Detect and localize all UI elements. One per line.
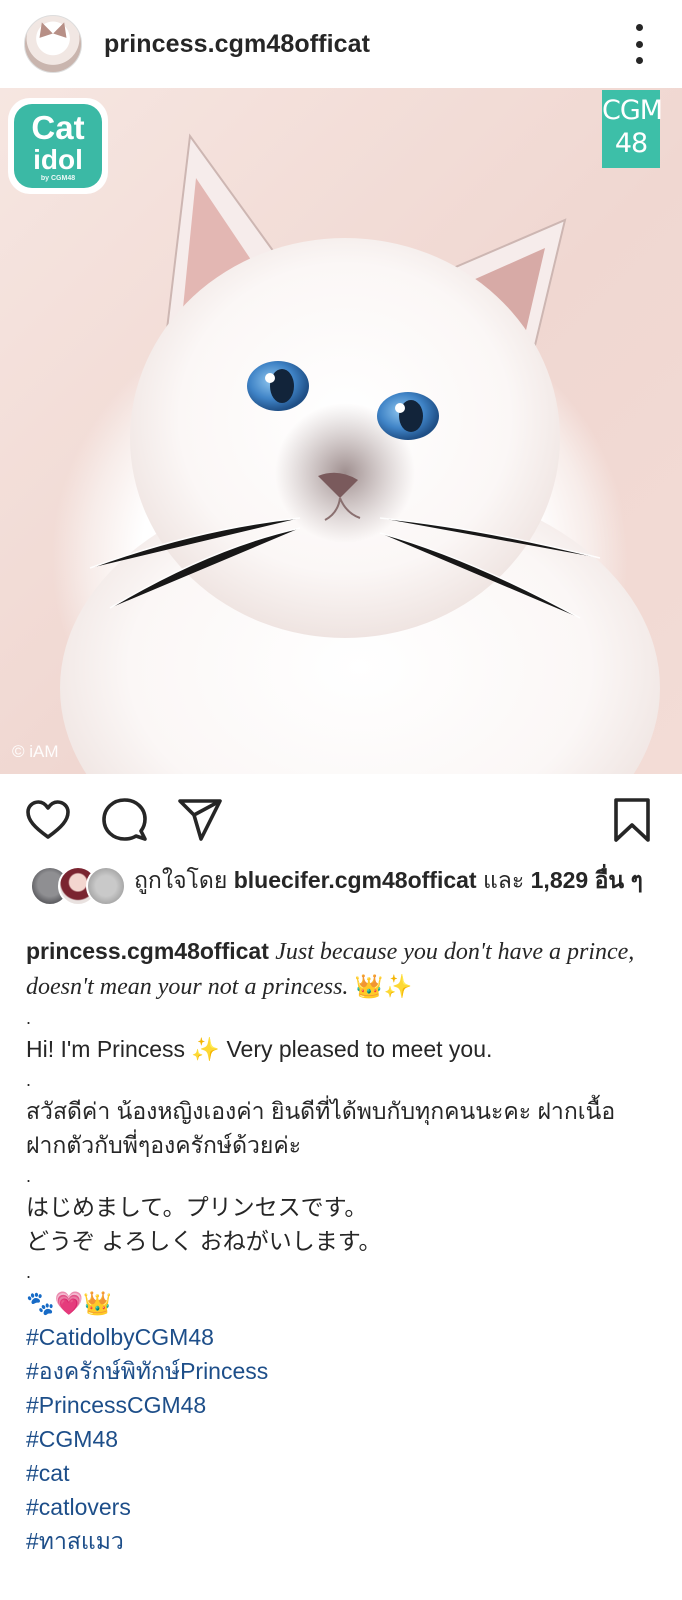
post-photo[interactable]: Cat idol by CGM48 CGM 48 © iAM — [0, 88, 682, 774]
logo-text-by: by CGM48 — [40, 175, 76, 182]
cgm48-logo: CGM 48 — [602, 90, 663, 168]
hashtag-link[interactable]: #PrincessCGM48 — [26, 1388, 656, 1422]
caption-thai: สวัสดีค่า น้องหญิงเองค่า ยินดีที่ได้พบกั… — [26, 1098, 616, 1158]
post-header: princess.cgm48officat — [0, 0, 682, 88]
caption-separator: . — [26, 1008, 32, 1028]
liked-by-suffix[interactable]: อื่น ๆ — [595, 867, 643, 893]
cat-illustration — [60, 133, 660, 774]
share-send-icon[interactable] — [176, 796, 224, 844]
caption-separator: . — [26, 1070, 32, 1090]
post-caption: princess.cgm48officat Just because you d… — [0, 934, 682, 1558]
profile-avatar[interactable] — [24, 15, 82, 73]
caption-english-part1: Hi! I'm Princess — [26, 1036, 186, 1062]
cgm48-logo-line2: 48 — [614, 128, 648, 159]
avatar-ear-right — [53, 20, 71, 38]
avatar-ear-left — [35, 20, 53, 38]
logo-text-cat: Cat — [31, 109, 85, 146]
like-heart-icon[interactable] — [24, 796, 72, 844]
caption-japanese-line1: はじめまして。プリンセスです。 — [26, 1194, 368, 1220]
hashtag-link[interactable]: #CGM48 — [26, 1422, 656, 1456]
liked-by-count[interactable]: 1,829 — [531, 867, 589, 893]
hashtag-link[interactable]: #catlovers — [26, 1490, 656, 1524]
crown-sparkles-emoji: 👑✨ — [354, 973, 413, 999]
cgm48-logo-line1: CGM — [602, 95, 663, 126]
liked-by-prefix: ถูกใจโดย — [134, 867, 228, 893]
save-bookmark-icon[interactable] — [608, 796, 656, 844]
liked-by-section: ถูกใจโดย bluecifer.cgm48officat และ 1,82… — [0, 864, 682, 934]
sparkles-emoji: ✨ — [191, 1036, 221, 1062]
caption-english: Hi! I'm Princess ✨ Very pleased to meet … — [26, 1032, 656, 1066]
catidol-logo: Cat idol by CGM48 — [8, 98, 108, 194]
caption-separator: . — [26, 1262, 32, 1282]
comment-icon[interactable] — [100, 796, 148, 844]
liked-by-user[interactable]: bluecifer.cgm48officat — [234, 867, 477, 893]
action-bar — [0, 774, 682, 864]
caption-username[interactable]: princess.cgm48officat — [26, 938, 269, 964]
more-options-icon[interactable] — [632, 24, 646, 64]
caption-japanese-line2: どうぞ よろしく おねがいします。 — [26, 1228, 382, 1254]
caption-separator: . — [26, 1166, 32, 1186]
hashtag-list: #CatidolbyCGM48 #องครักษ์พิทักษ์Princess… — [26, 1320, 656, 1558]
photo-credit: © iAM — [12, 742, 59, 761]
hashtag-link[interactable]: #CatidolbyCGM48 — [26, 1320, 656, 1354]
caption-first-paragraph: princess.cgm48officat Just because you d… — [26, 934, 656, 1004]
liked-by-avatars[interactable] — [30, 866, 126, 906]
hashtag-link[interactable]: #ทาสแมว — [26, 1524, 656, 1558]
hashtag-link[interactable]: #cat — [26, 1456, 656, 1490]
liked-by-conjunction: และ — [482, 867, 525, 893]
caption-emoji-line: 🐾💗👑 — [26, 1290, 112, 1316]
hashtag-link[interactable]: #องครักษ์พิทักษ์Princess — [26, 1354, 656, 1388]
liked-by-text: ถูกใจโดย bluecifer.cgm48officat และ 1,82… — [134, 864, 658, 896]
post-username[interactable]: princess.cgm48officat — [104, 30, 370, 59]
liker-avatar[interactable] — [86, 866, 126, 906]
caption-english-part2: Very pleased to meet you. — [226, 1036, 493, 1062]
logo-text-idol: idol — [33, 144, 83, 175]
